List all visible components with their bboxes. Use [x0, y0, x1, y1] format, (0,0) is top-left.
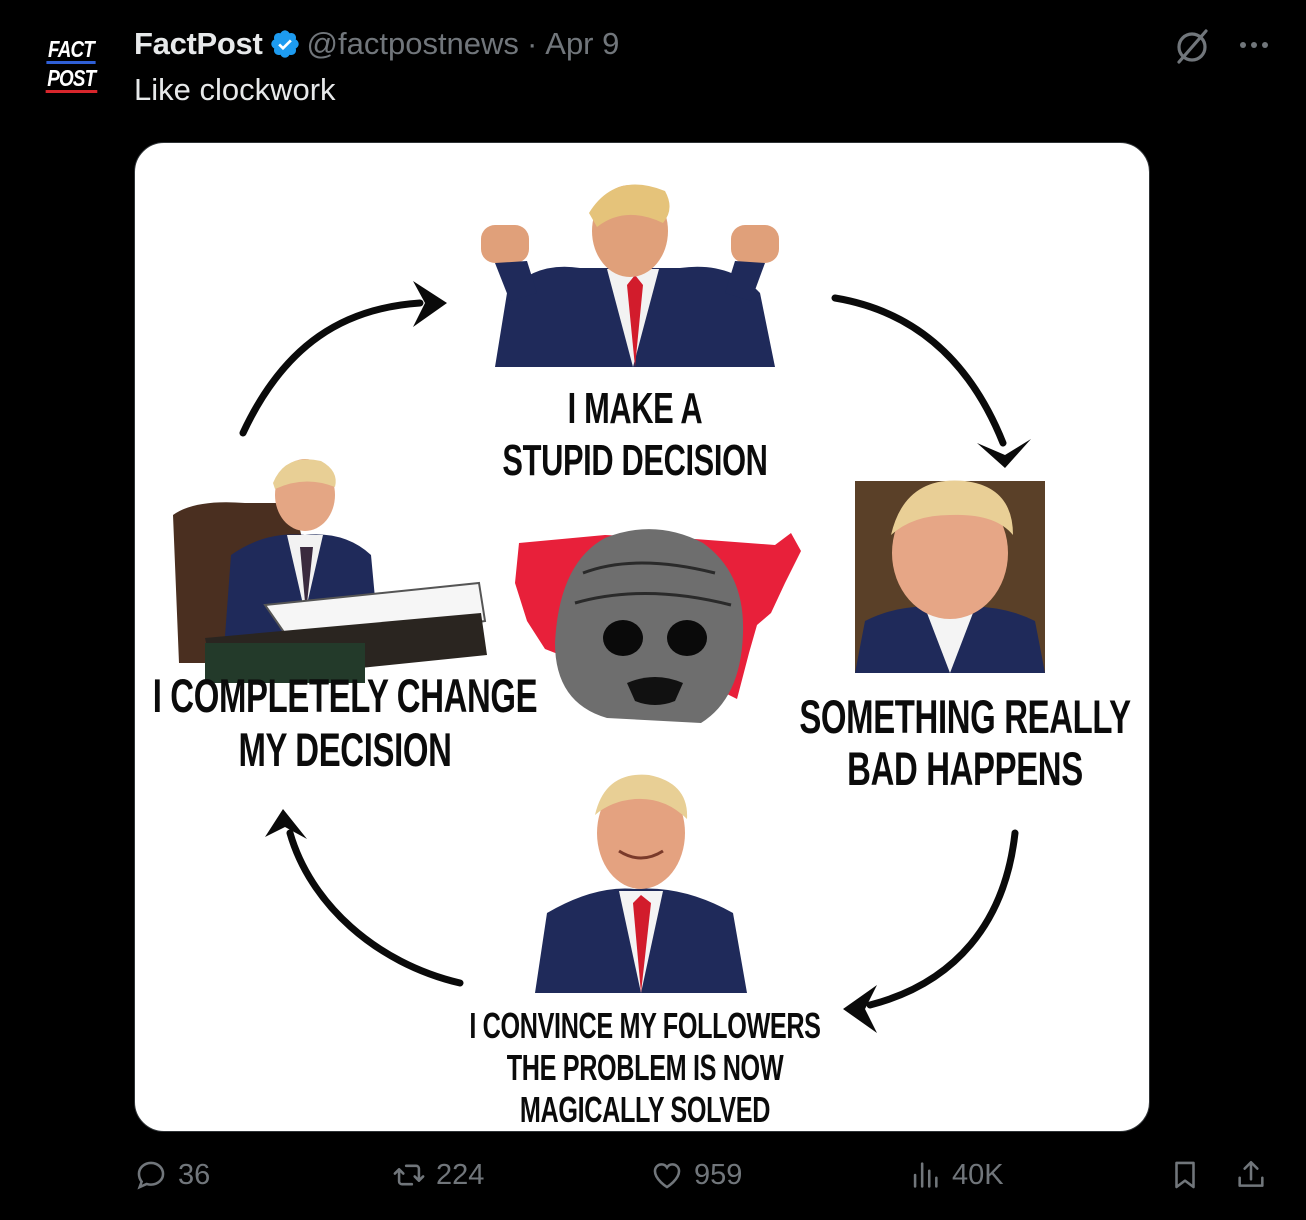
tweet-date[interactable]: Apr 9	[545, 26, 619, 62]
center-us-map-wojak	[515, 529, 801, 723]
arrowhead-left	[265, 809, 307, 839]
share-icon	[1238, 1160, 1264, 1187]
avatar-text-fact: FACT	[46, 36, 96, 64]
repost-count: 224	[436, 1158, 485, 1191]
views-button[interactable]: 40K	[908, 1158, 1004, 1192]
repost-icon	[393, 1164, 425, 1186]
caption-convince-followers: I CONVINCE MY FOLLOWERS THE PROBLEM IS N…	[469, 1005, 821, 1130]
reply-count: 36	[178, 1158, 211, 1191]
tweet-text: Like clockwork	[134, 72, 336, 107]
views-icon	[913, 1162, 938, 1188]
account-handle[interactable]: @factpostnews	[307, 26, 519, 62]
reply-icon	[137, 1161, 165, 1190]
verified-badge-icon	[270, 30, 299, 58]
tweet-actions: 36 224 959 40K	[134, 1158, 1274, 1204]
caption-bad-happens: SOMETHING REALLY BAD HAPPENS	[799, 690, 1131, 795]
meme-illustration	[173, 184, 1045, 1033]
arrow-top-to-right	[831, 294, 1007, 447]
tweet-header: FactPost @factpostnews · Apr 9	[134, 24, 619, 64]
grok-icon[interactable]	[1172, 26, 1212, 66]
caption-stupid-decision: I MAKE A STUPID DECISION	[502, 384, 768, 485]
tweet-image[interactable]: I MAKE A STUPID DECISION SOMETHING REALL…	[134, 142, 1150, 1132]
figure-top-dancing	[473, 184, 785, 367]
more-icon[interactable]	[1236, 30, 1272, 60]
figure-left-signing	[173, 459, 487, 683]
like-count: 959	[694, 1158, 743, 1191]
figure-right-portrait	[855, 480, 1045, 673]
bookmark-icon	[1175, 1161, 1195, 1189]
arrow-left-to-top	[239, 299, 424, 437]
figure-bottom-smiling	[535, 774, 747, 993]
bookmark-button[interactable]	[1168, 1158, 1202, 1192]
repost-button[interactable]: 224	[392, 1158, 484, 1192]
account-name[interactable]: FactPost	[134, 26, 263, 62]
avatar-text-post: POST	[45, 65, 97, 93]
heart-icon	[653, 1163, 681, 1189]
caption-change-decision: I COMPLETELY CHANGE MY DECISION	[152, 669, 538, 776]
account-avatar[interactable]: FACT POST	[38, 30, 104, 100]
arrowhead-bottom	[843, 985, 877, 1033]
reply-button[interactable]: 36	[134, 1158, 210, 1192]
share-button[interactable]	[1234, 1158, 1268, 1192]
separator-dot: ·	[526, 26, 538, 61]
arrow-right-to-bottom	[866, 829, 1019, 1009]
like-button[interactable]: 959	[650, 1158, 742, 1192]
views-count: 40K	[952, 1158, 1004, 1191]
arrow-bottom-to-left	[286, 829, 464, 987]
